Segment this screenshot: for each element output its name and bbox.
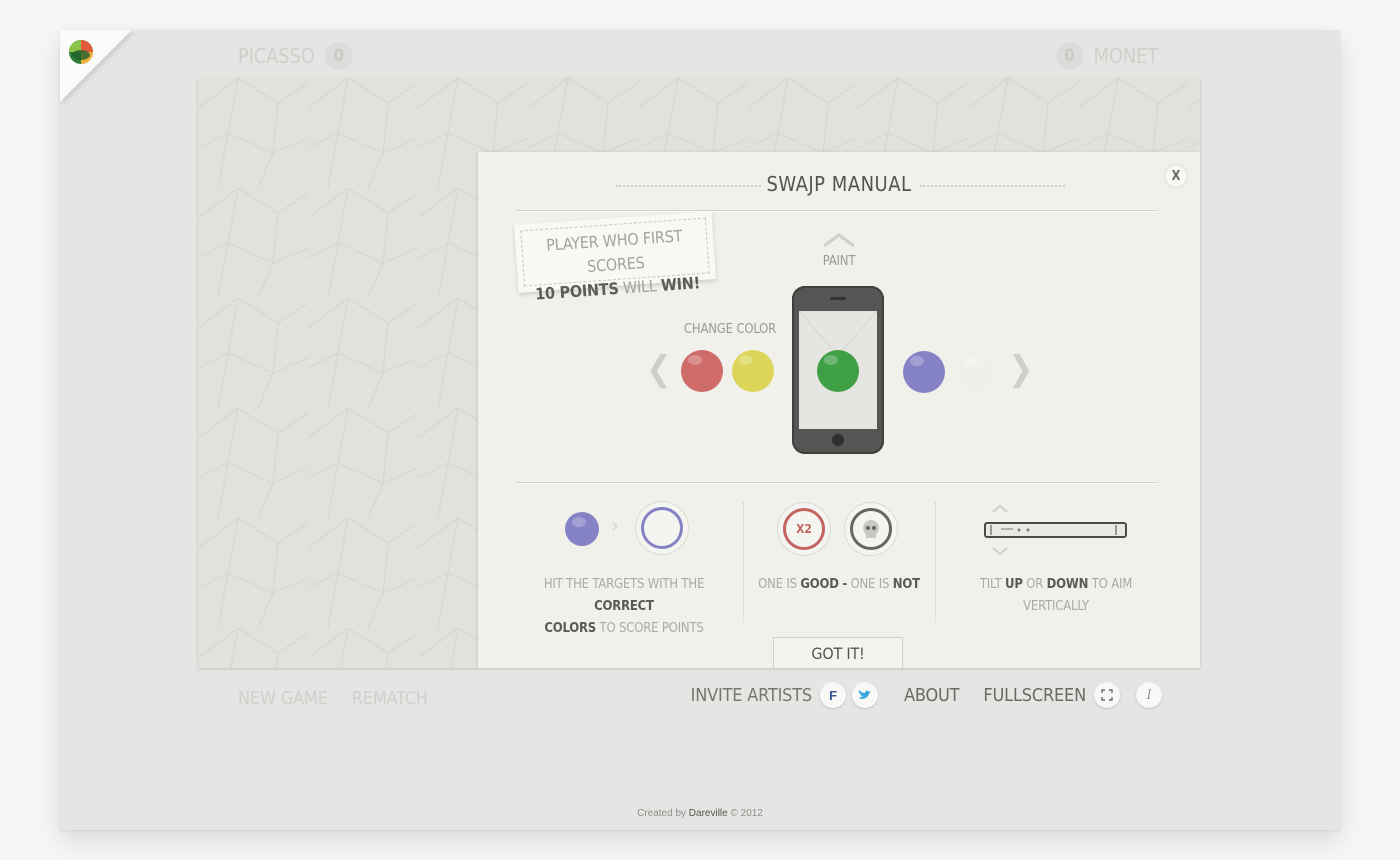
manual-dialog: Swajp Manual X Player who first scores 1… [478,152,1200,668]
gb-desc-good: good [800,577,839,592]
note-points: 10 points [534,278,620,304]
player-right-name: Monet [1093,44,1159,68]
target-skull-icon [845,503,897,555]
game-nav: New game Rematch [238,688,428,709]
phone-home-button [832,434,844,446]
phone-speaker [830,297,846,300]
paint-label: Paint [822,254,856,269]
fullscreen-link[interactable]: Fullscreen [983,685,1086,706]
game-board: Swajp Manual X Player who first scores 1… [198,78,1200,668]
note-line1: Player who first scores [545,226,683,276]
fullscreen-icon[interactable] [1094,682,1120,708]
tilt-desc-down: down [1046,577,1089,592]
good-bad-description: One is good - one is not [754,574,924,596]
gb-desc-c: one is [850,577,890,592]
credit-post: © 2012 [730,808,763,819]
tilt-desc-a: Tilt [979,577,1002,592]
chevron-up-icon [823,233,855,248]
color-ball-white[interactable] [957,351,999,393]
hit-desc-post: to score points [599,621,704,636]
target-x2-icon: X2 [778,503,830,555]
credit-pre: Created by [637,808,687,819]
new-game-link[interactable]: New game [238,688,328,709]
tilt-desc-up: up [1005,577,1023,592]
gb-desc-dash: - [842,577,847,592]
hit-ball-purple [565,512,599,546]
change-color-label: Change color [683,322,777,337]
facebook-icon[interactable]: f [820,682,846,708]
close-button[interactable]: X [1165,165,1187,187]
top-divider [516,210,1158,212]
player-left-name: Picasso [238,44,315,68]
tilt-phone-icon [984,504,1127,556]
got-it-button[interactable]: Got it! [773,637,903,668]
hit-desc-pre: Hit the targets with the [543,577,705,592]
color-ball-purple[interactable] [903,351,945,393]
player-left-score-value: 0 [324,42,353,70]
hit-targets-description: Hit the targets with the correct colors … [518,574,730,640]
gb-desc-not: not [892,577,920,592]
chevron-right-icon: ❯ [1008,349,1034,389]
game-sheet: Picasso 0 0 Monet Swajp Manual X Player … [60,30,1340,830]
info-icon[interactable]: i [1136,682,1162,708]
twitter-icon[interactable] [852,682,878,708]
color-ball-green[interactable] [817,350,859,392]
x2-label: X2 [783,508,825,550]
column-divider-2 [935,502,936,622]
tilt-description: Tilt up or down to aim vertically [948,574,1164,618]
chevron-left-icon: ❮ [646,349,672,389]
middle-divider [516,482,1158,484]
title-dots-right [920,185,1065,187]
arrow-right-icon: › [611,514,619,539]
site-nav: Invite artists f About Fullscreen i [691,682,1162,708]
note-win: win! [660,273,701,295]
credit-author-link[interactable]: Dareville [689,808,728,819]
win-rule-note: Player who first scores 10 points will w… [513,211,717,304]
about-link[interactable]: About [904,685,960,706]
player-right-score-value: 0 [1055,42,1084,70]
color-ball-yellow[interactable] [732,350,774,392]
column-divider-1 [743,502,744,622]
gb-desc-a: One is [758,577,797,592]
player-right-score: 0 Monet [1055,42,1159,70]
rematch-link[interactable]: Rematch [352,688,428,709]
hit-desc-correct: correct [594,599,654,614]
footer-credit: Created by Dareville © 2012 [60,808,1340,819]
invite-artists-label: Invite artists [690,684,813,706]
note-will: will [622,276,658,298]
dialog-title: Swajp Manual [766,172,912,196]
target-purple-icon [636,502,688,554]
color-ball-red[interactable] [681,350,723,392]
tilt-desc-or: or [1026,577,1044,592]
player-left-score: Picasso 0 [238,42,353,70]
hit-desc-colors: colors [544,621,597,636]
app-logo-icon[interactable] [68,39,94,65]
